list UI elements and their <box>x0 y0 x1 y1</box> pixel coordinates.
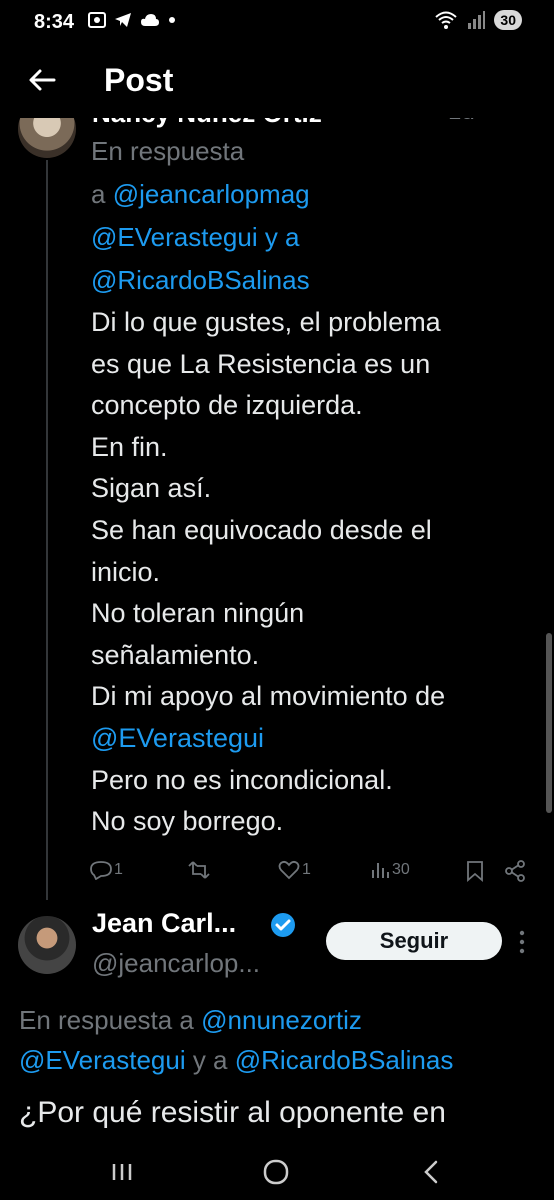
parent-post-body: Di lo que gustes, el problema es que La … <box>91 302 541 843</box>
post-body: ¿Por qué resistir al oponente en <box>19 1096 446 1129</box>
back-nav-icon[interactable] <box>416 1156 448 1188</box>
like-icon <box>278 860 300 880</box>
avatar[interactable] <box>18 916 76 974</box>
battery-indicator: 30 <box>494 10 522 30</box>
recent-apps-icon[interactable] <box>106 1156 138 1188</box>
system-icons: 30 <box>434 10 522 30</box>
post-line: Pero no es incondicional. <box>91 764 393 795</box>
reply-prefix: En respuesta a <box>19 1005 202 1035</box>
system-nav-bar <box>0 1144 554 1200</box>
author-handle[interactable]: @jeancarlop... <box>92 948 260 979</box>
post-line: Di mi apoyo al movimiento de <box>91 681 446 712</box>
mention-link[interactable]: @jeancarlopmag <box>113 179 310 209</box>
post-line: En fin. <box>91 431 168 462</box>
status-time: 8:34 <box>34 11 75 33</box>
reply-context: En respuesta a @nnunezortiz @EVerastegui… <box>19 1000 554 1080</box>
follow-button[interactable]: Seguir <box>326 922 502 960</box>
view-count: 30 <box>392 861 410 878</box>
like-button[interactable]: 1 <box>278 860 311 880</box>
retweet-icon <box>188 861 210 879</box>
back-arrow-icon[interactable] <box>26 64 58 96</box>
post-line: concepto de izquierda. <box>91 390 363 421</box>
parent-reply-context: En respuesta a @jeancarlopmag @EVerasteg… <box>91 130 531 302</box>
post-line: No toleran ningún <box>91 598 305 629</box>
dot-icon <box>169 17 175 23</box>
post-line: es que La Resistencia es un <box>91 348 431 379</box>
signal-icon <box>468 11 486 29</box>
more-icon[interactable] <box>516 928 528 956</box>
mention-link[interactable]: @EVerastegui <box>19 1045 186 1075</box>
mention-link[interactable]: @RicardoBSalinas <box>91 265 310 295</box>
post-line: Se han equivocado desde el <box>91 514 432 545</box>
share-button[interactable] <box>504 860 526 882</box>
verified-icon <box>271 913 295 937</box>
scrollbar[interactable] <box>546 633 552 813</box>
reply-button[interactable]: 1 <box>90 860 123 880</box>
reply-icon <box>90 861 112 880</box>
post-line: No soy borrego. <box>91 806 284 837</box>
reply-a: a <box>91 179 113 209</box>
mention-link[interactable]: @nnunezortiz <box>201 1005 362 1035</box>
mention-link[interactable]: @RicardoBSalinas <box>235 1045 454 1075</box>
views-button[interactable]: 30 <box>370 860 410 880</box>
post-line: Sigan así. <box>91 473 212 504</box>
post-action-bar: 1 1 30 <box>88 860 528 892</box>
post-line: Di lo que gustes, el problema <box>91 307 441 337</box>
views-icon <box>372 863 389 878</box>
post-line: señalamiento. <box>91 639 260 670</box>
cloud-icon <box>141 14 159 26</box>
status-bar: 8:34 30 <box>0 0 554 46</box>
post-line: inicio. <box>91 556 161 587</box>
screenshot-icon <box>88 12 106 28</box>
author-name[interactable]: Jean Carl... <box>92 908 236 939</box>
home-icon[interactable] <box>260 1156 292 1188</box>
top-bar: Post <box>0 46 554 118</box>
page-title: Post <box>104 62 174 98</box>
thread-connector-line <box>46 160 48 900</box>
reply-and: y a <box>185 1045 235 1075</box>
share-icon <box>505 860 525 882</box>
reply-count: 1 <box>114 861 123 878</box>
bookmark-button[interactable] <box>466 860 484 882</box>
reply-prefix: En respuesta <box>91 136 245 166</box>
wifi-icon <box>435 11 458 29</box>
notification-icons <box>88 12 176 28</box>
repost-button[interactable] <box>188 860 210 880</box>
bookmark-icon <box>467 861 483 882</box>
like-count: 1 <box>302 861 311 878</box>
mention-link[interactable]: @EVerastegui <box>91 718 541 760</box>
telegram-icon <box>115 13 131 27</box>
mention-link[interactable]: @EVerastegui <box>91 222 258 252</box>
reply-and: y a <box>257 222 300 252</box>
